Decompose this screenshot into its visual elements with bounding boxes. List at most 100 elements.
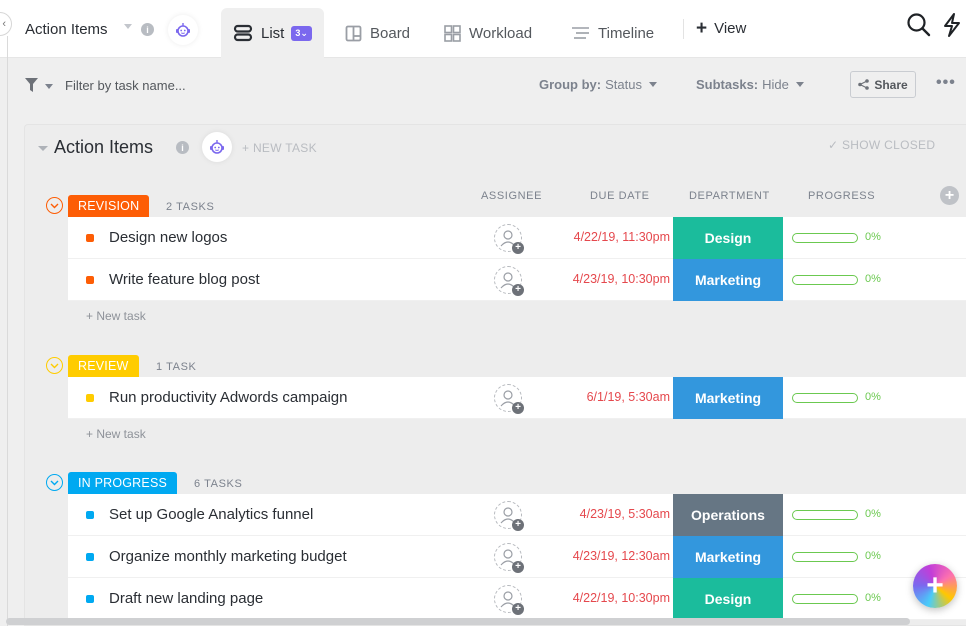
plus-icon: + [696,18,708,39]
progress-bar [792,510,858,520]
due-date[interactable]: 6/1/19, 5:30am [587,390,670,404]
group-collapse-toggle[interactable] [46,197,63,214]
add-icon: + [512,242,524,254]
add-column-button[interactable]: + [940,186,959,205]
filter-toolbar: Group by: Status Subtasks: Hide Share ••… [0,58,966,116]
status-badge[interactable]: REVIEW [68,355,139,377]
progress-percent: 0% [865,273,881,285]
share-label: Share [874,77,908,92]
assignee-add-button[interactable]: + [494,266,524,296]
task-name[interactable]: Write feature blog post [109,271,260,288]
list-info-icon[interactable]: i [176,141,189,154]
department-tag[interactable]: Design [673,578,783,620]
group-collapse-toggle[interactable] [46,474,63,491]
quick-create-button[interactable]: + [913,564,957,608]
column-header-progress[interactable]: PROGRESS [808,190,875,202]
new-task-inline-button[interactable]: + New task [86,427,146,441]
task-name[interactable]: Draft new landing page [109,590,263,607]
status-dot[interactable] [86,276,94,284]
list-title: Action Items [54,137,154,157]
sidebar-edge [7,36,8,626]
subtasks-label: Subtasks: [696,77,759,92]
tab-board-label: Board [370,24,411,42]
column-header-due-date[interactable]: DUE DATE [590,190,650,202]
task-name[interactable]: Organize monthly marketing budget [109,548,347,565]
list-automation-bot-button[interactable] [202,132,232,162]
filter-icon[interactable] [25,78,38,97]
progress-percent: 0% [865,508,881,520]
list-icon [233,24,253,42]
progress-percent: 0% [865,550,881,562]
lightning-icon[interactable] [942,12,962,43]
task-row[interactable]: Run productivity Adwords campaign +6/1/19… [68,377,966,419]
due-date[interactable]: 4/23/19, 12:30am [573,549,670,563]
filter-caret-icon[interactable] [45,84,53,89]
tab-timeline-label: Timeline [598,24,655,42]
automation-bot-button[interactable] [168,15,198,45]
task-name[interactable]: Set up Google Analytics funnel [109,506,313,523]
title-caret-icon[interactable] [124,24,132,29]
due-date[interactable]: 4/22/19, 10:30pm [573,591,670,605]
assignee-add-button[interactable]: + [494,585,524,615]
department-tag[interactable]: Design [673,217,783,259]
progress-bar [792,393,858,403]
search-icon[interactable] [906,12,932,43]
column-header-department[interactable]: DEPARTMENT [689,190,770,202]
department-tag[interactable]: Operations [673,494,783,536]
task-row[interactable]: Design new logos +4/22/19, 11:30pm Design 0… [68,217,966,259]
assignee-add-button[interactable]: + [494,543,524,573]
group-collapse-toggle[interactable] [46,357,63,374]
group-by-label: Group by: [539,77,602,92]
due-date[interactable]: 4/22/19, 11:30pm [574,230,670,244]
task-name[interactable]: Run productivity Adwords campaign [109,389,347,406]
status-dot[interactable] [86,595,94,603]
add-view-button[interactable]: + View [696,19,746,38]
tab-list[interactable]: List 3⌄ [221,8,324,58]
task-row[interactable]: Draft new landing page +4/22/19, 10:30pm D… [68,578,966,620]
task-row[interactable]: Set up Google Analytics funnel +4/23/19, … [68,494,966,536]
list-count-badge[interactable]: 3⌄ [291,25,312,41]
status-dot[interactable] [86,234,94,242]
add-icon: + [512,603,524,615]
status-dot[interactable] [86,553,94,561]
status-dot[interactable] [86,394,94,402]
share-button[interactable]: Share [850,71,916,98]
department-tag[interactable]: Marketing [673,377,783,419]
assignee-add-button[interactable]: + [494,384,524,414]
share-icon [858,79,870,90]
due-date[interactable]: 4/23/19, 10:30pm [573,272,670,286]
list-collapse-caret-icon[interactable] [38,146,48,151]
status-badge[interactable]: IN PROGRESS [68,472,178,494]
more-options-button[interactable]: ••• [936,75,956,91]
new-task-button[interactable]: + NEW TASK [242,141,317,155]
group-task-count: 2 TASKS [166,201,215,213]
task-name[interactable]: Design new logos [109,229,227,246]
filter-input[interactable] [65,75,265,95]
task-row[interactable]: Organize monthly marketing budget +4/23/1… [68,536,966,578]
info-icon[interactable]: i [141,23,154,36]
new-task-inline-button[interactable]: + New task [86,309,146,323]
progress-bar [792,552,858,562]
page-title[interactable]: Action Items [25,21,108,38]
assignee-add-button[interactable]: + [494,224,524,254]
robot-icon [210,140,224,154]
tab-timeline[interactable]: Timeline [571,8,654,58]
due-date[interactable]: 4/23/19, 5:30am [580,507,670,521]
tab-workload[interactable]: Workload [444,8,532,58]
status-dot[interactable] [86,511,94,519]
department-tag[interactable]: Marketing [673,536,783,578]
group-by-select[interactable]: Group by: Status [539,77,657,92]
chevron-down-icon [50,203,59,208]
status-badge[interactable]: REVISION [68,195,150,217]
column-header-assignee[interactable]: ASSIGNEE [481,190,542,202]
department-tag[interactable]: Marketing [673,259,783,301]
assignee-add-button[interactable]: + [494,501,524,531]
chevron-down-icon [50,363,59,368]
group-task-count: 6 TASKS [194,478,243,490]
task-row[interactable]: Write feature blog post +4/23/19, 10:30pm… [68,259,966,301]
show-closed-toggle[interactable]: ✓ SHOW CLOSED [828,138,935,152]
tab-board[interactable]: Board [345,8,410,58]
horizontal-scrollbar[interactable] [6,618,910,625]
subtasks-select[interactable]: Subtasks: Hide [696,77,804,92]
subtasks-value: Hide [762,77,789,92]
